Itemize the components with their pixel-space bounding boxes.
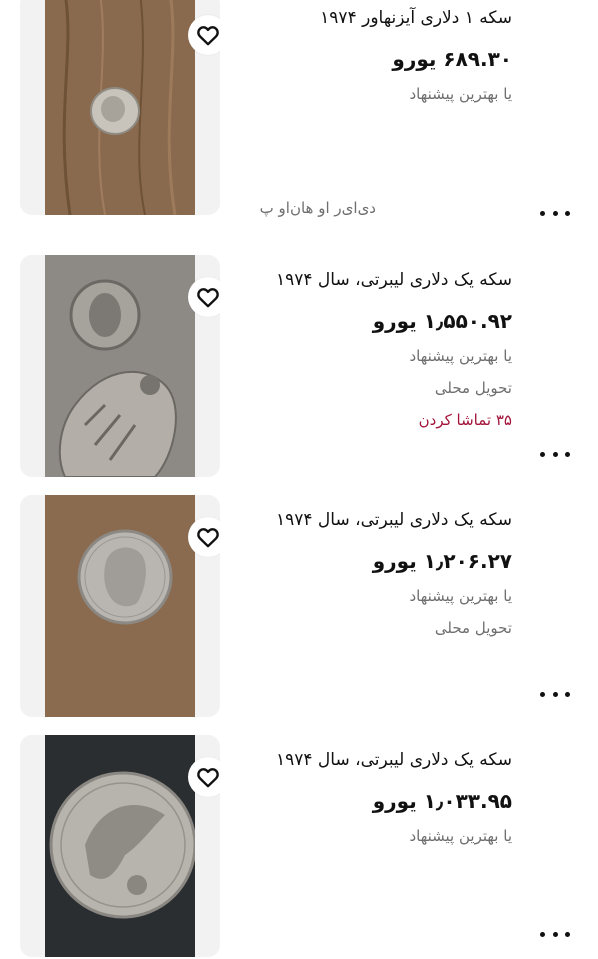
best-offer-label: یا بهترین پیشنهاد xyxy=(409,347,512,365)
more-horizontal-icon xyxy=(540,451,545,457)
listing-price: ۱٫۲۰۶.۲۷ یورو xyxy=(372,549,512,573)
more-options-button[interactable] xyxy=(540,686,570,702)
listing-title[interactable]: سکه ۱ دلاری آیزنهاور ۱۹۷۴ xyxy=(235,5,512,31)
coin-photo-brown xyxy=(45,495,195,717)
favorite-button[interactable] xyxy=(188,757,220,797)
favorite-button[interactable] xyxy=(188,15,220,55)
best-offer-label: یا بهترین پیشنهاد xyxy=(409,85,512,103)
more-options-button[interactable] xyxy=(540,926,570,942)
more-horizontal-icon xyxy=(540,691,545,697)
favorite-button[interactable] xyxy=(188,517,220,557)
coin-photo-wood xyxy=(45,0,195,215)
more-horizontal-icon xyxy=(540,210,545,216)
listing-card[interactable]: سکه یک دلاری لیبرتی، سال ۱۹۷۴ ۱٫۰۳۳.۹۵ ی… xyxy=(0,735,598,957)
listing-price: ۱٫۵۵۰.۹۲ یورو xyxy=(372,309,512,333)
best-offer-label: یا بهترین پیشنهاد xyxy=(409,587,512,605)
listing-info: سکه یک دلاری لیبرتی، سال ۱۹۷۴ ۱٫۲۰۶.۲۷ ی… xyxy=(235,507,512,639)
listing-title[interactable]: سکه یک دلاری لیبرتی، سال ۱۹۷۴ xyxy=(235,507,512,533)
delivery-label: تحویل محلی xyxy=(434,379,512,397)
listing-image[interactable] xyxy=(20,255,220,477)
heart-outline-icon xyxy=(197,26,219,46)
more-horizontal-icon xyxy=(540,931,545,937)
heart-outline-icon xyxy=(197,528,219,548)
listing-price: ۶۸۹.۳۰ یورو xyxy=(392,47,512,71)
watchers-count: ۳۵ تماشا کردن xyxy=(418,411,512,429)
delivery-label: تحویل محلی xyxy=(434,619,512,637)
listing-info: سکه یک دلاری لیبرتی، سال ۱۹۷۴ ۱٫۵۵۰.۹۲ ی… xyxy=(235,267,512,431)
more-options-button[interactable] xyxy=(540,205,570,221)
coin-photo-closeup-eagle xyxy=(45,255,195,477)
favorite-button[interactable] xyxy=(188,277,220,317)
listing-card[interactable]: سکه یک دلاری لیبرتی، سال ۱۹۷۴ ۱٫۲۰۶.۲۷ ی… xyxy=(0,495,598,717)
listing-image[interactable] xyxy=(20,735,220,957)
seller-label: دی‌ای‌ر او هان‌او پ xyxy=(259,199,376,217)
listing-title[interactable]: سکه یک دلاری لیبرتی، سال ۱۹۷۴ xyxy=(235,267,512,293)
best-offer-label: یا بهترین پیشنهاد xyxy=(409,827,512,845)
heart-outline-icon xyxy=(197,288,219,308)
listing-info: سکه یک دلاری لیبرتی، سال ۱۹۷۴ ۱٫۰۳۳.۹۵ ی… xyxy=(235,747,512,847)
listing-card[interactable]: سکه یک دلاری لیبرتی، سال ۱۹۷۴ ۱٫۵۵۰.۹۲ ی… xyxy=(0,255,598,477)
listing-info: سکه ۱ دلاری آیزنهاور ۱۹۷۴ ۶۸۹.۳۰ یورو یا… xyxy=(235,5,512,105)
search-results-list: سکه ۱ دلاری آیزنهاور ۱۹۷۴ ۶۸۹.۳۰ یورو یا… xyxy=(0,0,598,959)
listing-card[interactable]: سکه ۱ دلاری آیزنهاور ۱۹۷۴ ۶۸۹.۳۰ یورو یا… xyxy=(0,0,598,217)
listing-image[interactable] xyxy=(20,495,220,717)
listing-title[interactable]: سکه یک دلاری لیبرتی، سال ۱۹۷۴ xyxy=(235,747,512,773)
more-options-button[interactable] xyxy=(540,446,570,462)
heart-outline-icon xyxy=(197,768,219,788)
listing-price: ۱٫۰۳۳.۹۵ یورو xyxy=(372,789,512,813)
listing-image[interactable] xyxy=(20,0,220,215)
coin-photo-dark xyxy=(45,735,195,957)
